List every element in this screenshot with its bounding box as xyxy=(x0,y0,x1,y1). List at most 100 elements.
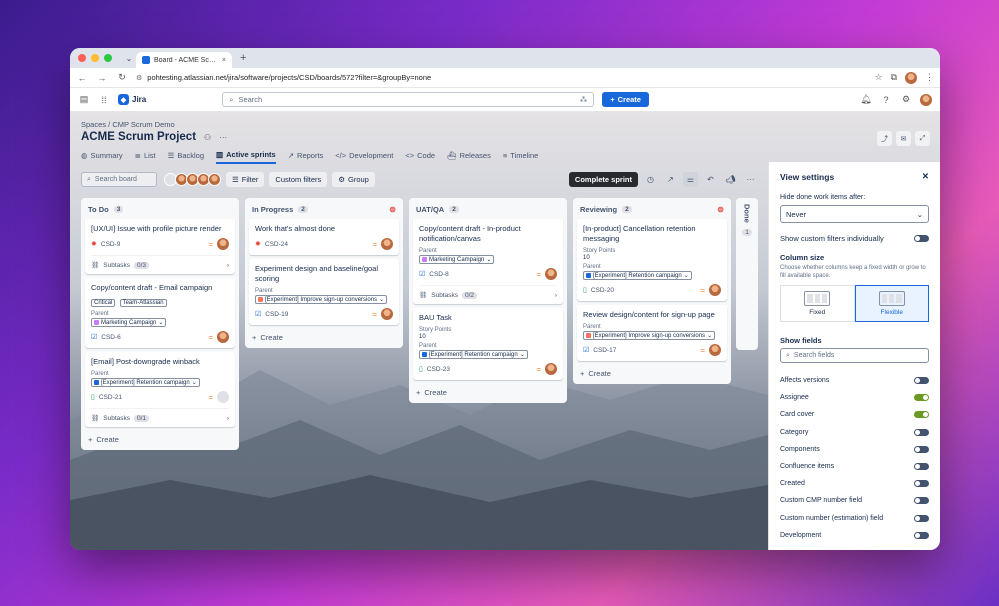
field-toggle[interactable] xyxy=(914,428,929,436)
subtasks-row[interactable]: ⛓ Subtasks 0/2 › xyxy=(419,285,557,299)
url-field[interactable]: ⚙ pohtesting.atlassian.net/jira/software… xyxy=(136,73,866,82)
back-arrow-icon[interactable]: ← xyxy=(76,73,88,83)
extensions-icon[interactable]: ⧉ xyxy=(891,72,897,83)
column-header[interactable]: To Do 3 xyxy=(85,202,235,216)
group-button[interactable]: ⚙ Group xyxy=(332,172,375,187)
issue-key[interactable]: CSD-6 xyxy=(101,334,121,341)
parent-chip[interactable]: [Experiment] Improve sign-up conversions… xyxy=(255,295,388,304)
fullscreen-icon[interactable]: ⤢ xyxy=(915,131,930,146)
subtasks-row[interactable]: ⛓ Subtasks 0/3 › xyxy=(91,255,229,269)
issue-card[interactable]: BAU Task Story Points 10 Parent [Experim… xyxy=(413,308,563,380)
tab-list-chevron-icon[interactable]: ⌄ xyxy=(122,54,136,63)
issue-card[interactable]: Work that's almost done ✹ CSD-24 = xyxy=(249,219,399,255)
assignee-avatar[interactable] xyxy=(545,268,557,280)
parent-chip[interactable]: [Experiment] Retention campaign ⌄ xyxy=(91,378,200,387)
bookmark-star-icon[interactable]: ☆ xyxy=(874,72,882,83)
column-size-fixed-option[interactable]: Fixed xyxy=(780,285,855,322)
tab-releases[interactable]: ⛴ Releases xyxy=(447,150,491,164)
issue-card[interactable]: [Email] Post-downgrade winback Parent [E… xyxy=(85,352,235,427)
parent-chip[interactable]: [Experiment] Retention campaign ⌄ xyxy=(583,271,692,280)
megaphone-icon[interactable]: 📣︎ xyxy=(723,172,738,187)
issue-card[interactable]: Review design/content for sign-up page P… xyxy=(577,305,727,361)
parent-chip[interactable]: [Experiment] Retention campaign ⌄ xyxy=(419,350,528,359)
create-issue-button[interactable]: + Create xyxy=(577,365,727,380)
breadcrumb-spaces[interactable]: Spaces xyxy=(81,120,106,129)
create-issue-button[interactable]: + Create xyxy=(249,329,399,344)
issue-key[interactable]: CSD-19 xyxy=(265,311,288,318)
field-toggle-row[interactable]: Card cover xyxy=(780,406,929,423)
sprint-timer-icon[interactable]: ◷ xyxy=(643,172,658,187)
column-done-collapsed[interactable]: Done 1 xyxy=(736,198,758,350)
issue-key[interactable]: CSD-20 xyxy=(591,287,614,294)
assignee-avatar[interactable] xyxy=(381,238,393,250)
sidebar-toggle-icon[interactable]: ▤ xyxy=(78,94,90,105)
issue-card[interactable]: Copy/content draft - Email campaign Crit… xyxy=(85,278,235,348)
column-header[interactable]: Reviewing 2 ⊜ xyxy=(577,202,727,216)
parent-chip[interactable]: Marketing Campaign ⌄ xyxy=(91,318,167,327)
notifications-bell-icon[interactable]: 🔔︎ xyxy=(860,94,872,105)
assignee-avatar[interactable] xyxy=(381,308,393,320)
issue-key[interactable]: CSD-8 xyxy=(429,271,449,278)
field-toggle[interactable] xyxy=(914,411,929,419)
tab-backlog[interactable]: ☰ Backlog xyxy=(168,150,204,164)
field-toggle-row[interactable]: Assignee xyxy=(780,389,929,406)
avatar[interactable] xyxy=(208,173,221,186)
field-toggle[interactable] xyxy=(914,497,929,505)
view-settings-icon[interactable]: ⚌ xyxy=(683,172,698,187)
field-toggle-row[interactable]: Created xyxy=(780,475,929,492)
column-header[interactable]: In Progress 2 ⊜ xyxy=(249,202,399,216)
team-icon[interactable]: ⚇ xyxy=(204,133,211,142)
field-toggle-row[interactable]: Custom number (estimation) field xyxy=(780,510,929,527)
maximize-window-button[interactable] xyxy=(104,54,112,62)
new-tab-icon[interactable]: + xyxy=(240,52,246,64)
search-board-input[interactable]: ⌕ Search board xyxy=(81,172,157,187)
more-options-icon[interactable]: ··· xyxy=(743,172,758,187)
create-issue-button[interactable]: + Create xyxy=(85,431,235,446)
column-header[interactable]: UAT/QA 2 xyxy=(413,202,563,216)
close-window-button[interactable] xyxy=(78,54,86,62)
issue-card[interactable]: [UX/UI] Issue with profile picture rende… xyxy=(85,219,235,274)
global-search-input[interactable]: ⌕ Search ⁂ xyxy=(222,92,595,107)
tab-list[interactable]: ≣ List xyxy=(135,150,156,164)
subtasks-row[interactable]: ⛓ Subtasks 0/1 › xyxy=(91,408,229,422)
hide-done-select[interactable]: Never ⌄ xyxy=(780,205,929,223)
share-icon[interactable]: ⤴ xyxy=(877,131,892,146)
reload-icon[interactable]: ↻ xyxy=(116,72,128,83)
browser-profile-avatar[interactable] xyxy=(905,71,917,84)
search-fields-input[interactable]: ⌕ Search fields xyxy=(780,348,929,363)
field-toggle[interactable] xyxy=(914,377,929,385)
browser-tab[interactable]: Board - ACME Scrum Project × xyxy=(136,52,232,68)
tab-summary[interactable]: ◍ Summary xyxy=(81,150,123,164)
create-issue-button[interactable]: + Create xyxy=(413,384,563,399)
tab-active-sprints[interactable]: ▥ Active sprints xyxy=(216,150,276,164)
assignee-avatar[interactable] xyxy=(709,344,721,356)
parent-chip[interactable]: [Experiment] Improve sign-up conversions… xyxy=(583,331,716,340)
app-switcher-icon[interactable]: ⁞⁞ xyxy=(98,95,110,105)
custom-filters-toggle[interactable] xyxy=(914,235,929,242)
tab-code[interactable]: <> Code xyxy=(405,150,435,164)
issue-key[interactable]: CSD-23 xyxy=(427,366,450,373)
create-button[interactable]: + Create xyxy=(602,92,649,107)
issue-card[interactable]: Copy/content draft - In-product notifica… xyxy=(413,219,563,304)
issue-key[interactable]: CSD-24 xyxy=(265,241,288,248)
browser-menu-icon[interactable]: ⋮ xyxy=(925,72,934,83)
site-settings-icon[interactable]: ⚙ xyxy=(136,74,142,82)
field-toggle-row[interactable]: Category xyxy=(780,424,929,441)
issue-key[interactable]: CSD-9 xyxy=(101,241,121,248)
settings-gear-icon[interactable]: ⚙ xyxy=(900,94,912,105)
field-toggle[interactable] xyxy=(914,445,929,453)
assignee-avatar[interactable] xyxy=(217,238,229,250)
field-toggle[interactable] xyxy=(914,394,929,402)
forward-arrow-icon[interactable]: → xyxy=(96,73,108,83)
field-toggle-row[interactable]: Affects versions xyxy=(780,372,929,389)
insights-chart-icon[interactable]: ↗ xyxy=(663,172,678,187)
field-toggle-row[interactable]: Custom CMP number field xyxy=(780,492,929,509)
undo-icon[interactable]: ↶ xyxy=(703,172,718,187)
rovo-icon[interactable]: ⁂ xyxy=(580,95,588,104)
complete-sprint-button[interactable]: Complete sprint xyxy=(568,172,638,187)
filter-button[interactable]: ☰ Filter xyxy=(226,172,265,187)
feedback-icon[interactable]: ✉ xyxy=(896,131,911,146)
field-toggle-row[interactable]: Components xyxy=(780,441,929,458)
assignee-avatar[interactable] xyxy=(217,331,229,343)
tab-timeline[interactable]: ≡ Timeline xyxy=(503,150,538,164)
